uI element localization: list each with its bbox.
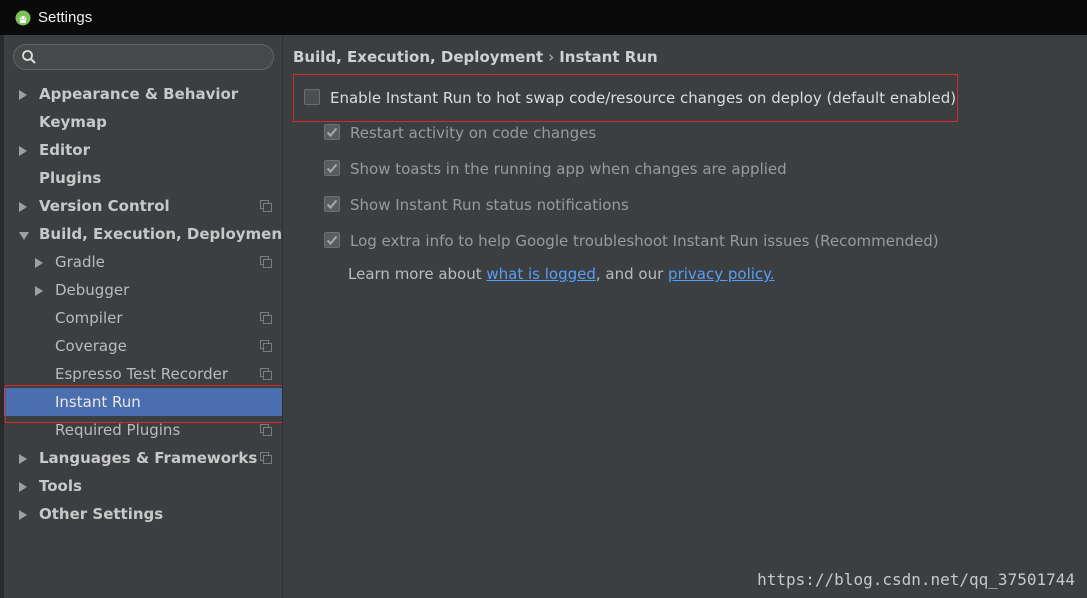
watermark: https://blog.csdn.net/qq_37501744	[757, 570, 1075, 589]
chevron-right-icon[interactable]	[19, 510, 27, 520]
breadcrumb-parent: Build, Execution, Deployment	[293, 48, 544, 66]
sidebar-item-tools[interactable]: Tools	[4, 472, 282, 500]
learn-more-prefix: Learn more about	[348, 265, 487, 283]
chevron-right-icon[interactable]	[19, 202, 27, 212]
sidebar-item-label: Compiler	[55, 309, 123, 327]
sidebar-item-label: Coverage	[55, 337, 127, 355]
project-settings-icon	[260, 340, 272, 352]
chevron-right-icon[interactable]	[19, 90, 27, 100]
breadcrumb: Build, Execution, Deployment › Instant Run	[293, 48, 658, 66]
privacy-policy-link[interactable]: privacy policy.	[668, 265, 775, 283]
sidebar-item-appearance-behavior[interactable]: Appearance & Behavior	[4, 80, 282, 108]
window-title: Settings	[38, 9, 93, 26]
restart-activity-checkbox[interactable]	[324, 124, 340, 140]
option-label: Show Instant Run status notifications	[350, 196, 629, 214]
sidebar-item-label: Tools	[39, 477, 82, 495]
sidebar-item-keymap[interactable]: Keymap	[4, 108, 282, 136]
android-icon	[15, 10, 31, 25]
chevron-down-icon[interactable]	[19, 232, 29, 240]
chevron-right-icon[interactable]	[19, 454, 27, 464]
option-label: Show toasts in the running app when chan…	[350, 160, 787, 178]
what-is-logged-link[interactable]: what is logged	[486, 265, 596, 283]
sidebar-item-debugger[interactable]: Debugger	[4, 276, 282, 304]
status-notifications-checkbox[interactable]	[324, 196, 340, 212]
sidebar-item-coverage[interactable]: Coverage	[4, 332, 282, 360]
project-settings-icon	[260, 312, 272, 324]
sidebar-item-version-control[interactable]: Version Control	[4, 192, 282, 220]
sidebar-item-languages-frameworks[interactable]: Languages & Frameworks	[4, 444, 282, 472]
learn-more-middle: , and our	[595, 265, 669, 283]
sidebar-item-label: Gradle	[55, 253, 105, 271]
annotation-box-option	[293, 74, 958, 122]
check-icon	[326, 199, 338, 209]
sidebar-item-label: Appearance & Behavior	[39, 85, 239, 103]
check-icon	[326, 235, 338, 245]
sidebar-item-label: Build, Execution, Deployment	[39, 225, 290, 243]
option-label: Restart activity on code changes	[350, 124, 597, 142]
show-toasts-checkbox[interactable]	[324, 160, 340, 176]
settings-sidebar: Appearance & Behavior Keymap Editor Plug…	[4, 35, 289, 598]
check-icon	[326, 127, 338, 137]
sidebar-item-compiler[interactable]: Compiler	[4, 304, 282, 332]
project-settings-icon	[260, 200, 272, 212]
annotation-box-sidebar	[5, 385, 289, 423]
option-label: Log extra info to help Google troublesho…	[350, 232, 939, 250]
sidebar-item-label: Espresso Test Recorder	[55, 365, 228, 383]
chevron-right-icon[interactable]	[19, 482, 27, 492]
chevron-right-icon[interactable]	[35, 286, 43, 296]
settings-tree: Appearance & Behavior Keymap Editor Plug…	[4, 80, 289, 528]
chevron-right-icon[interactable]	[35, 258, 43, 268]
log-extra-info-checkbox[interactable]	[324, 232, 340, 248]
sidebar-item-plugins[interactable]: Plugins	[4, 164, 282, 192]
breadcrumb-current: Instant Run	[559, 48, 658, 66]
search-input[interactable]	[13, 44, 274, 70]
sidebar-item-label: Debugger	[55, 281, 130, 299]
project-settings-icon	[260, 452, 272, 464]
sidebar-item-label: Keymap	[39, 113, 107, 131]
project-settings-icon	[260, 424, 272, 436]
sidebar-item-label: Other Settings	[39, 505, 164, 523]
project-settings-icon	[260, 256, 272, 268]
sidebar-item-other-settings[interactable]: Other Settings	[4, 500, 282, 528]
sidebar-item-gradle[interactable]: Gradle	[4, 248, 282, 276]
search-icon	[22, 50, 36, 64]
sidebar-item-espresso-test-recorder[interactable]: Espresso Test Recorder	[4, 360, 282, 388]
sidebar-item-label: Languages & Frameworks	[39, 449, 258, 467]
chevron-right-icon[interactable]	[19, 146, 27, 156]
sidebar-item-build-execution-deployment[interactable]: Build, Execution, Deployment	[4, 220, 289, 248]
sidebar-item-label: Plugins	[39, 169, 102, 187]
title-bar: Settings	[0, 0, 1087, 35]
sidebar-item-editor[interactable]: Editor	[4, 136, 282, 164]
breadcrumb-separator: ›	[548, 48, 555, 66]
check-icon	[326, 163, 338, 173]
learn-more-text: Learn more about what is logged, and our…	[348, 265, 775, 283]
sidebar-item-label: Version Control	[39, 197, 170, 215]
project-settings-icon	[260, 368, 272, 380]
sidebar-item-label: Editor	[39, 141, 90, 159]
